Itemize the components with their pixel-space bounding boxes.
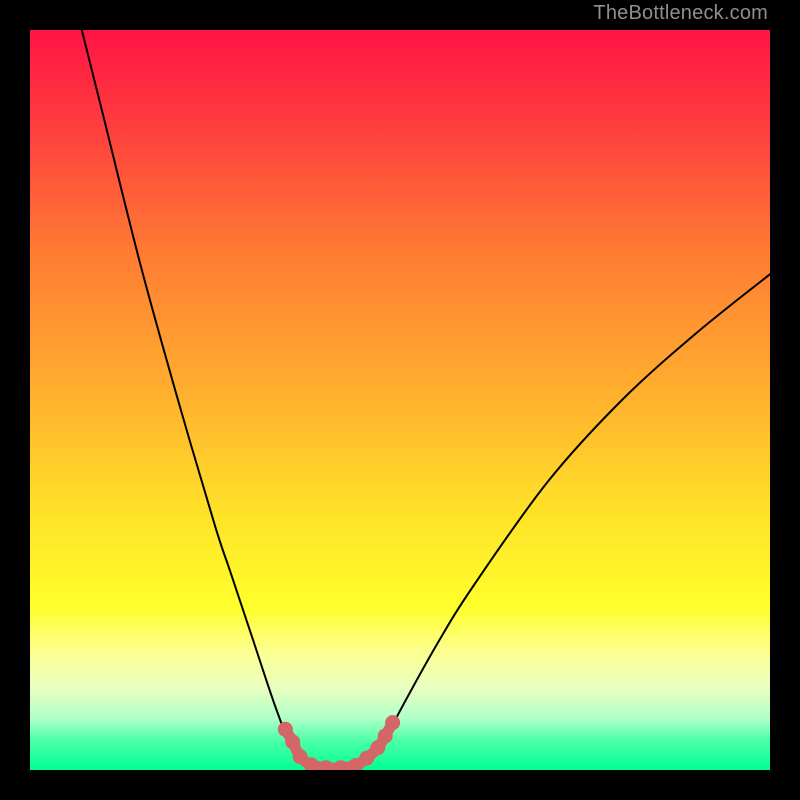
highlight-dot [285, 734, 300, 749]
highlight-dot [359, 751, 374, 766]
watermark-text: TheBottleneck.com [593, 2, 768, 25]
gradient-background [30, 30, 770, 770]
highlight-dot [378, 728, 393, 743]
highlight-dot [278, 722, 293, 737]
plot-area [30, 30, 770, 770]
highlight-dot [385, 715, 400, 730]
chart-svg [30, 30, 770, 770]
chart-frame: TheBottleneck.com [0, 0, 800, 800]
